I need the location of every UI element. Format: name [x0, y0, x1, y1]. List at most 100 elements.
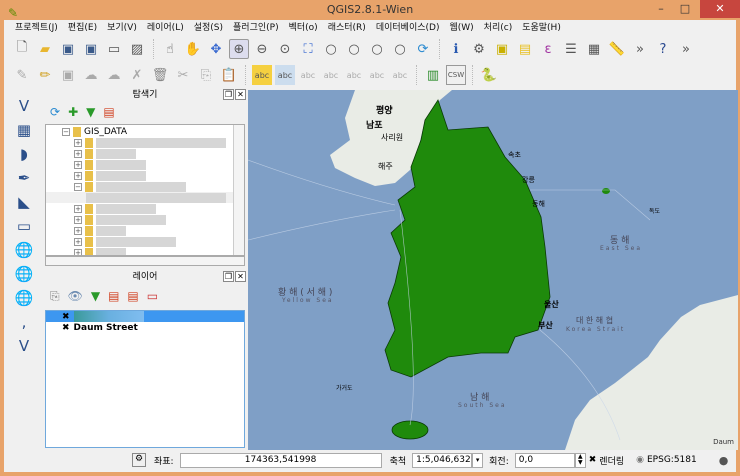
add-spatialite-layer-icon[interactable]: ✒	[12, 167, 36, 188]
current-edits-icon[interactable]: ✎	[12, 65, 32, 85]
open-project-icon[interactable]: ▰	[35, 39, 55, 59]
touch-icon[interactable]: ☝	[160, 39, 180, 59]
label-rotate-icon[interactable]: abc	[367, 65, 387, 85]
label-pin-icon[interactable]: abc	[298, 65, 318, 85]
scale-combobox[interactable]: 1:5,046,632	[412, 452, 473, 468]
pan-to-selection-icon[interactable]: ✥	[206, 39, 226, 59]
measure-icon[interactable]: 📏	[607, 39, 627, 59]
browser-tree[interactable]: − GIS_DATA + + + + − + + + + +	[45, 124, 245, 256]
add-selected-icon[interactable]: ✚	[68, 105, 78, 119]
georeferencer-icon[interactable]: ▥	[423, 65, 443, 85]
close-button[interactable]: ✕	[700, 0, 740, 18]
new-project-icon[interactable]: 🗋	[12, 39, 32, 59]
open-layer-styling-icon[interactable]: ⎘	[50, 289, 60, 304]
zoom-full-icon[interactable]: ⛶	[298, 39, 318, 59]
add-delimited-text-icon[interactable]: ,	[12, 311, 36, 332]
menu-plugins[interactable]: 플러그인(P)	[228, 20, 284, 36]
zoom-in-icon[interactable]: ⊕	[229, 39, 249, 59]
label-move-icon[interactable]: abc	[344, 65, 364, 85]
float-icon[interactable]: ❐	[223, 89, 234, 100]
zoom-out-icon[interactable]: ⊖	[252, 39, 272, 59]
minimize-button[interactable]: –	[648, 0, 674, 18]
maximize-button[interactable]: □	[672, 0, 698, 18]
layers-tree[interactable]: ✖ ✖ Daum Street	[45, 310, 245, 448]
float-icon[interactable]: ❐	[223, 271, 234, 282]
cut-icon[interactable]: ✂	[173, 65, 193, 85]
new-shapefile-icon[interactable]: V	[12, 335, 36, 356]
render-checkbox[interactable]: ✖	[589, 455, 597, 465]
delete-icon[interactable]: 🗑	[150, 65, 170, 85]
filter-icon[interactable]: ▼	[86, 105, 95, 119]
menu-edit[interactable]: 편집(E)	[63, 20, 102, 36]
menu-processing[interactable]: 처리(c)	[479, 20, 518, 36]
menu-help[interactable]: 도움말(H)	[517, 20, 566, 36]
move-feature-icon[interactable]: ☁	[104, 65, 124, 85]
expand-all-icon[interactable]: ▤	[108, 289, 119, 303]
menu-layer[interactable]: 레이어(L)	[142, 20, 189, 36]
label-icon[interactable]: abc	[252, 65, 272, 85]
zoom-last-icon[interactable]: ○	[367, 39, 387, 59]
deselect-icon[interactable]: ▤	[515, 39, 535, 59]
map-canvas[interactable]: 평양 남포 사리원 해주 황 해 ( 서 해 ) Yellow Sea 동 해 …	[248, 90, 738, 450]
pin-label-icon[interactable]: abc	[275, 65, 295, 85]
add-oracle-layer-icon[interactable]: ▭	[12, 215, 36, 236]
python-icon[interactable]: 🐍	[479, 65, 499, 85]
csw-icon[interactable]: CSW	[446, 65, 466, 85]
save-as-icon[interactable]: ▣	[81, 39, 101, 59]
pan-icon[interactable]: ✋	[183, 39, 203, 59]
add-feature-icon[interactable]: ☁	[81, 65, 101, 85]
toggle-editing-icon[interactable]: ✏	[35, 65, 55, 85]
add-wfs-layer-icon[interactable]: 🌐	[12, 287, 36, 308]
zoom-layer-icon[interactable]: ○	[344, 39, 364, 59]
overflow-icon-2[interactable]: »	[676, 39, 696, 59]
expression-select-icon[interactable]: ε	[538, 39, 558, 59]
label-show-icon[interactable]: abc	[321, 65, 341, 85]
composer-manager-icon[interactable]: ▨	[127, 39, 147, 59]
panel-close-icon[interactable]: ✕	[235, 271, 246, 282]
add-wcs-layer-icon[interactable]: 🌐	[12, 263, 36, 284]
print-composer-icon[interactable]: ▭	[104, 39, 124, 59]
messages-icon[interactable]: ●	[719, 454, 729, 467]
tree-horizontal-scrollbar[interactable]	[45, 256, 245, 266]
identify-icon[interactable]: ℹ	[446, 39, 466, 59]
zoom-next-icon[interactable]: ○	[390, 39, 410, 59]
panel-close-icon[interactable]: ✕	[235, 89, 246, 100]
coordinate-field[interactable]: 174363,541998	[179, 452, 382, 468]
help-icon[interactable]: ?	[653, 39, 673, 59]
attribute-table-icon[interactable]: ☰	[561, 39, 581, 59]
menu-raster[interactable]: 래스터(R)	[323, 20, 371, 36]
menu-web[interactable]: 웹(W)	[444, 20, 478, 36]
zoom-native-icon[interactable]: ⊙	[275, 39, 295, 59]
layer-checkbox[interactable]: ✖	[62, 323, 70, 333]
menu-settings[interactable]: 설정(S)	[189, 20, 228, 36]
save-edits-icon[interactable]: ▣	[58, 65, 78, 85]
crs-icon[interactable]: ◉	[636, 455, 644, 465]
add-mssql-layer-icon[interactable]: ◣	[12, 191, 36, 212]
rotation-spinbox[interactable]: 0,0	[514, 452, 575, 468]
menu-database[interactable]: 데이터베이스(D)	[371, 20, 445, 36]
copy-icon[interactable]: ⎘	[196, 65, 216, 85]
menu-view[interactable]: 보기(V)	[102, 20, 142, 36]
zoom-selection-icon[interactable]: ○	[321, 39, 341, 59]
refresh-icon[interactable]: ⟳	[50, 105, 60, 119]
filter-legend-icon[interactable]: ▼	[91, 289, 100, 303]
select-features-icon[interactable]: ▣	[492, 39, 512, 59]
add-wms-layer-icon[interactable]: 🌐	[12, 239, 36, 260]
collapse-all-icon[interactable]: ▤	[127, 289, 138, 303]
collapse-all-icon[interactable]: ▤	[103, 105, 114, 119]
layer-item[interactable]: ✖	[46, 311, 244, 322]
add-postgis-layer-icon[interactable]: ◗	[12, 143, 36, 164]
rotation-stepper[interactable]: ▲ ▼	[574, 452, 586, 468]
tree-item-gis-data[interactable]: − GIS_DATA	[46, 126, 244, 137]
coordinate-toggle-icon[interactable]: ⚙	[132, 453, 146, 467]
remove-layer-icon[interactable]: ▭	[147, 289, 158, 303]
menu-vector[interactable]: 벡터(o)	[284, 20, 323, 36]
paste-icon[interactable]: 📋	[219, 65, 239, 85]
tree-vertical-scrollbar[interactable]	[233, 125, 244, 255]
overflow-icon[interactable]: »	[630, 39, 650, 59]
save-project-icon[interactable]: ▣	[58, 39, 78, 59]
refresh-icon[interactable]: ⟳	[413, 39, 433, 59]
add-vector-layer-icon[interactable]: V	[12, 95, 36, 116]
layer-checkbox[interactable]: ✖	[62, 312, 70, 322]
visibility-icon[interactable]: 👁	[68, 289, 83, 303]
